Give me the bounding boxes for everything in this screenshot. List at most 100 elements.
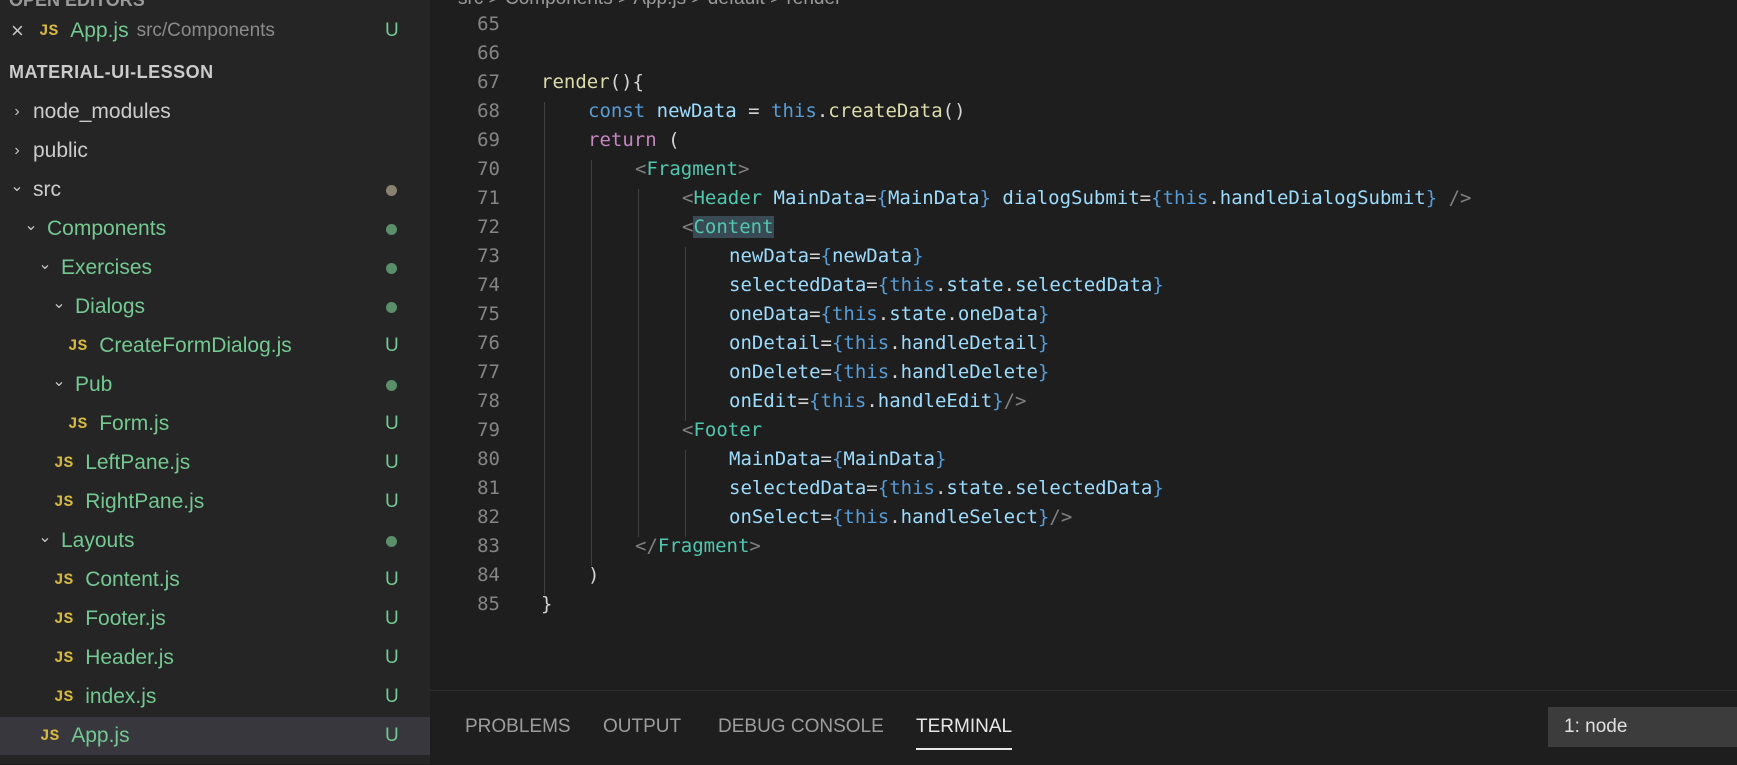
indent-guide <box>685 363 686 392</box>
file-item[interactable]: JS App.js U <box>0 717 430 755</box>
code-line[interactable]: return ( <box>588 129 680 151</box>
indent-guide <box>544 334 545 363</box>
close-icon[interactable]: × <box>11 18 27 44</box>
indent-guide <box>638 276 639 305</box>
indent-guide <box>685 479 686 508</box>
file-label: App.js <box>71 724 130 747</box>
indent-guide <box>544 305 545 334</box>
chevron-down-icon[interactable]: ⌄ <box>52 293 66 313</box>
folder-item[interactable]: ⌄ Layouts <box>0 522 430 560</box>
indent-guide <box>638 334 639 363</box>
code-line[interactable]: onDetail={this.handleDetail} <box>729 332 1049 354</box>
modified-dot-icon <box>386 184 397 196</box>
code-line[interactable]: selectedData={this.state.selectedData} <box>729 274 1164 296</box>
indent-guide <box>591 450 592 479</box>
indent-guide <box>638 508 639 537</box>
folder-item[interactable]: › public <box>0 132 430 170</box>
js-file-icon: JS <box>54 610 74 628</box>
folder-item[interactable]: ⌄ src <box>0 171 430 209</box>
file-item[interactable]: JS CreateFormDialog.js U <box>0 327 430 365</box>
indent-guide <box>685 508 686 537</box>
code-editor[interactable]: src > Components > App.js > default > re… <box>430 0 1737 690</box>
folder-label: node_modules <box>33 100 171 123</box>
file-label: RightPane.js <box>85 490 205 513</box>
line-number: 85 <box>477 593 500 615</box>
git-status-badge: U <box>385 608 399 629</box>
indent-guide <box>591 421 592 450</box>
code-line[interactable]: } <box>541 593 552 615</box>
code-line[interactable]: render(){ <box>541 71 644 93</box>
folder-item[interactable]: ⌄ Components <box>0 210 430 248</box>
git-status-badge: U <box>385 491 399 512</box>
line-number: 72 <box>477 216 500 238</box>
line-number: 81 <box>477 477 500 499</box>
file-label: Form.js <box>99 412 170 435</box>
code-line[interactable]: <Fragment> <box>635 158 749 180</box>
line-number: 77 <box>477 361 500 383</box>
workspace-title[interactable]: MATERIAL-UI-LESSON <box>9 62 214 83</box>
code-line[interactable]: newData={newData} <box>729 245 924 267</box>
file-item[interactable]: JS Footer.js U <box>0 600 430 638</box>
indent-guide <box>685 247 686 276</box>
code-line[interactable]: const newData = this.createData() <box>588 100 966 122</box>
line-number: 76 <box>477 332 500 354</box>
code-line[interactable]: ) <box>588 564 599 586</box>
breadcrumb[interactable]: src > Components > App.js > default > re… <box>458 0 841 10</box>
folder-label: Layouts <box>61 529 135 552</box>
git-status-badge: U <box>385 647 399 668</box>
chevron-down-icon[interactable]: ⌄ <box>38 527 52 547</box>
indent-guide <box>685 334 686 363</box>
chevron-right-icon[interactable]: › <box>10 142 24 160</box>
code-line[interactable]: oneData={this.state.oneData} <box>729 303 1049 325</box>
panel-tab-problems[interactable]: PROBLEMS <box>465 716 571 738</box>
panel-tab-terminal[interactable]: TERMINAL <box>916 716 1013 750</box>
js-file-icon: JS <box>68 415 88 433</box>
indent-guide <box>544 189 545 218</box>
file-label: Content.js <box>85 568 180 591</box>
code-line[interactable]: selectedData={this.state.selectedData} <box>729 477 1164 499</box>
code-line[interactable]: onDelete={this.handleDelete} <box>729 361 1049 383</box>
file-item[interactable]: JS Content.js U <box>0 561 430 599</box>
line-number: 79 <box>477 419 500 441</box>
file-item[interactable]: JS Form.js U <box>0 405 430 443</box>
code-line[interactable]: onEdit={this.handleEdit}/> <box>729 390 1027 412</box>
chevron-down-icon[interactable]: ⌄ <box>38 254 52 274</box>
folder-item[interactable]: ⌄ Dialogs <box>0 288 430 326</box>
file-item[interactable]: JS RightPane.js U <box>0 483 430 521</box>
folder-item[interactable]: ⌄ Exercises <box>0 249 430 287</box>
indent-guide <box>544 160 545 189</box>
chevron-right-icon[interactable]: › <box>10 103 24 121</box>
indent-guide <box>544 218 545 247</box>
code-line[interactable]: </Fragment> <box>635 535 761 557</box>
indent-guide <box>544 131 545 160</box>
line-number: 83 <box>477 535 500 557</box>
folder-item[interactable]: ⌄ Pub <box>0 366 430 404</box>
line-number: 82 <box>477 506 500 528</box>
indent-guide <box>591 334 592 363</box>
modified-dot-icon <box>386 262 397 274</box>
code-line[interactable]: MainData={MainData} <box>729 448 946 470</box>
line-number: 74 <box>477 274 500 296</box>
chevron-down-icon[interactable]: ⌄ <box>10 176 24 196</box>
file-item[interactable]: JS LeftPane.js U <box>0 444 430 482</box>
code-line[interactable]: onSelect={this.handleSelect}/> <box>729 506 1072 528</box>
open-editor-path: src/Components <box>136 20 275 41</box>
code-line[interactable]: <Header MainData={MainData} dialogSubmit… <box>682 187 1472 209</box>
file-item[interactable]: JS index.js U <box>0 678 430 716</box>
chevron-down-icon[interactable]: ⌄ <box>24 215 38 235</box>
file-item[interactable]: JS Header.js U <box>0 639 430 677</box>
open-editors-title: OPEN EDITORS <box>9 0 145 10</box>
folder-item[interactable]: › node_modules <box>0 93 430 131</box>
line-number: 67 <box>477 71 500 93</box>
git-status-badge: U <box>385 452 399 473</box>
open-editor-item[interactable]: × JS App.js src/Components U <box>0 12 430 50</box>
panel-tab-debug-console[interactable]: DEBUG CONSOLE <box>718 716 884 738</box>
code-line[interactable]: <Content <box>682 216 774 238</box>
modified-dot-icon <box>386 379 397 391</box>
chevron-down-icon[interactable]: ⌄ <box>52 371 66 391</box>
panel-tab-output[interactable]: OUTPUT <box>603 716 681 738</box>
code-line[interactable]: <Footer <box>682 419 762 441</box>
indent-guide <box>685 305 686 334</box>
terminal-select[interactable]: 1: node <box>1548 707 1737 747</box>
file-label: index.js <box>85 685 157 708</box>
